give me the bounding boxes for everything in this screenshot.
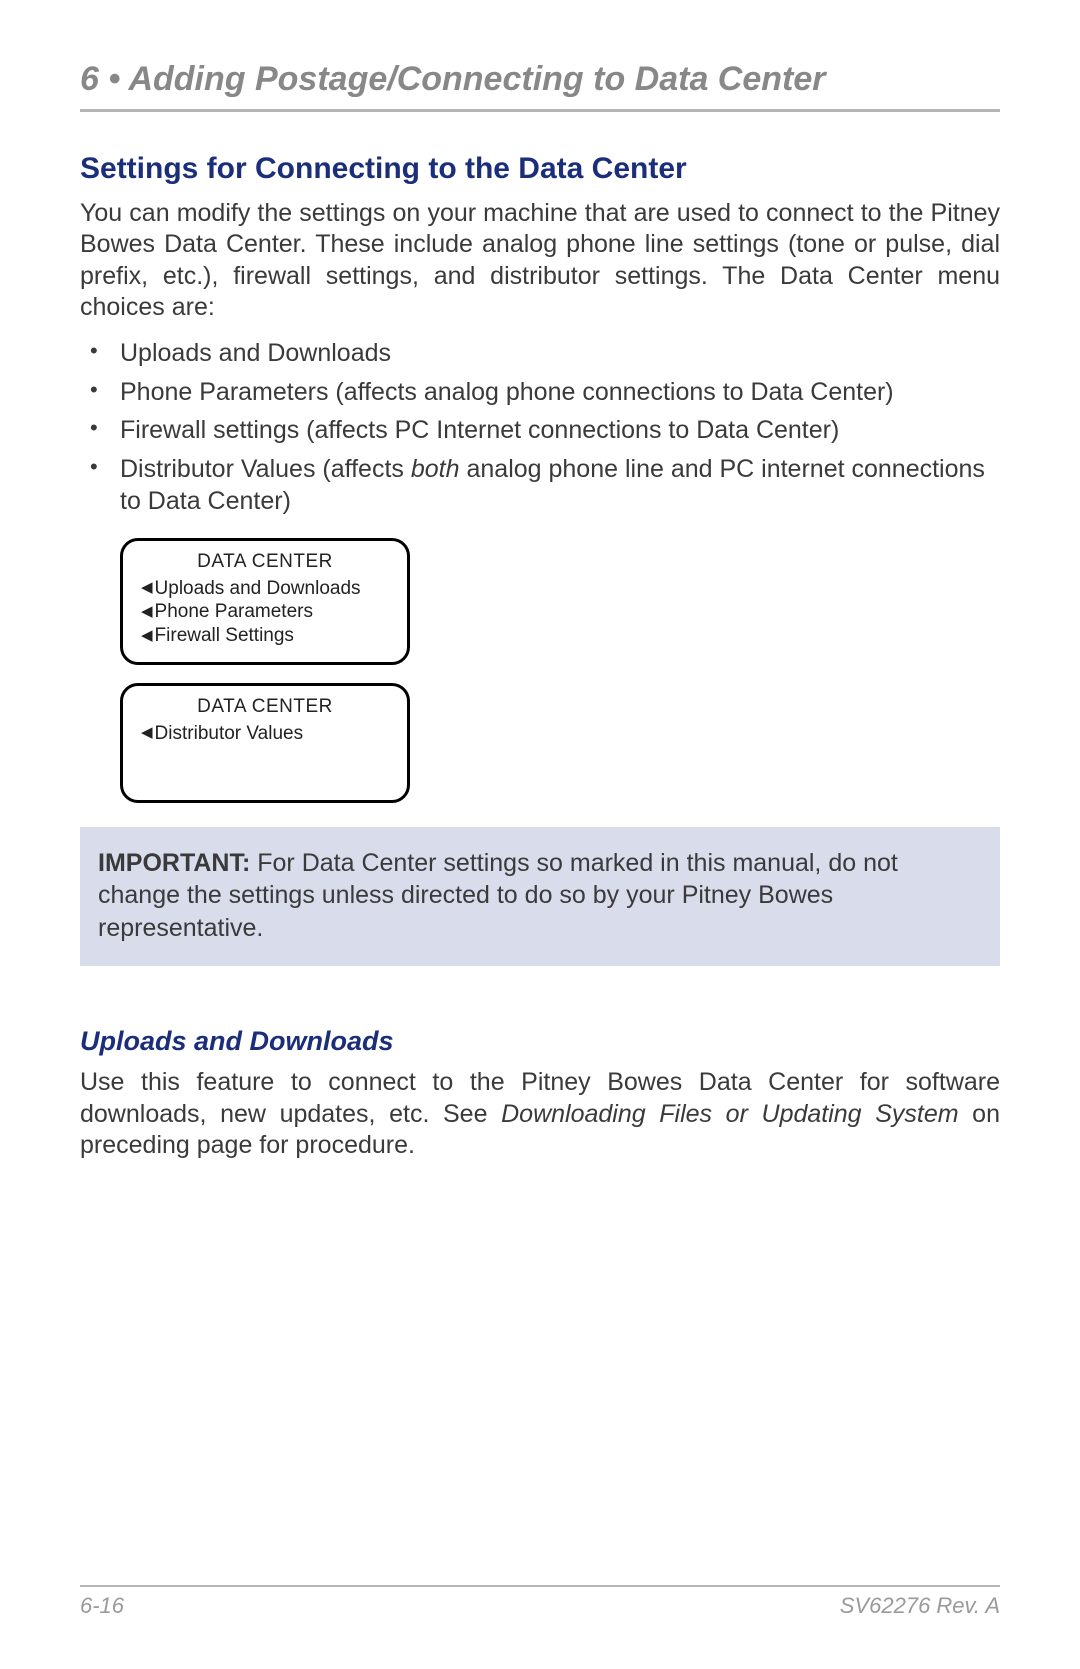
left-triangle-icon: ◀: [141, 579, 153, 598]
screen-item-label: Distributor Values: [155, 722, 304, 746]
text: Distributor Values (affects: [120, 455, 411, 483]
important-callout: IMPORTANT: For Data Center settings so m…: [80, 827, 1000, 967]
chapter-name: Adding Postage/Connecting to Data Center: [128, 60, 825, 98]
footer-rule: [80, 1585, 1000, 1587]
screen-item: ◀ Firewall Settings: [141, 624, 389, 648]
screen-item: ◀ Distributor Values: [141, 722, 389, 746]
list-item: Firewall settings (affects PC Internet c…: [80, 414, 1000, 447]
left-triangle-icon: ◀: [141, 724, 153, 743]
screen-examples: DATA CENTER ◀ Uploads and Downloads ◀ Ph…: [120, 538, 1000, 803]
document-page: 6 • Adding Postage/Connecting to Data Ce…: [0, 0, 1080, 1669]
screen-title: DATA CENTER: [141, 696, 389, 718]
subsection-heading: Uploads and Downloads: [80, 1026, 1000, 1057]
subsection-body: Use this feature to connect to the Pitne…: [80, 1067, 1000, 1161]
screen-item: ◀ Phone Parameters: [141, 600, 389, 624]
emphasis: both: [411, 455, 460, 483]
chapter-title: 6 • Adding Postage/Connecting to Data Ce…: [80, 60, 1000, 112]
list-item: Uploads and Downloads: [80, 337, 1000, 370]
important-label: IMPORTANT:: [98, 849, 250, 877]
screen-title: DATA CENTER: [141, 551, 389, 573]
separator-dot: •: [108, 60, 120, 98]
screen-box-2: DATA CENTER ◀ Distributor Values: [120, 683, 410, 803]
screen-item-label: Phone Parameters: [155, 600, 313, 624]
screen-item-label: Firewall Settings: [155, 624, 294, 648]
list-item: Phone Parameters (affects analog phone c…: [80, 376, 1000, 409]
doc-revision: SV62276 Rev. A: [840, 1593, 1000, 1619]
page-number: 6-16: [80, 1593, 124, 1619]
screen-item-label: Uploads and Downloads: [155, 577, 361, 601]
chapter-number: 6: [80, 60, 99, 98]
emphasis: Downloading Files or Updating System: [501, 1100, 958, 1128]
left-triangle-icon: ◀: [141, 627, 153, 646]
section-heading: Settings for Connecting to the Data Cent…: [80, 152, 1000, 186]
screen-item: ◀ Uploads and Downloads: [141, 577, 389, 601]
list-item: Distributor Values (affects both analog …: [80, 453, 1000, 518]
menu-choices-list: Uploads and Downloads Phone Parameters (…: [80, 337, 1000, 518]
left-triangle-icon: ◀: [141, 603, 153, 622]
screen-box-1: DATA CENTER ◀ Uploads and Downloads ◀ Ph…: [120, 538, 410, 665]
section-intro: You can modify the settings on your mach…: [80, 198, 1000, 323]
page-footer: 6-16 SV62276 Rev. A: [80, 1593, 1000, 1619]
